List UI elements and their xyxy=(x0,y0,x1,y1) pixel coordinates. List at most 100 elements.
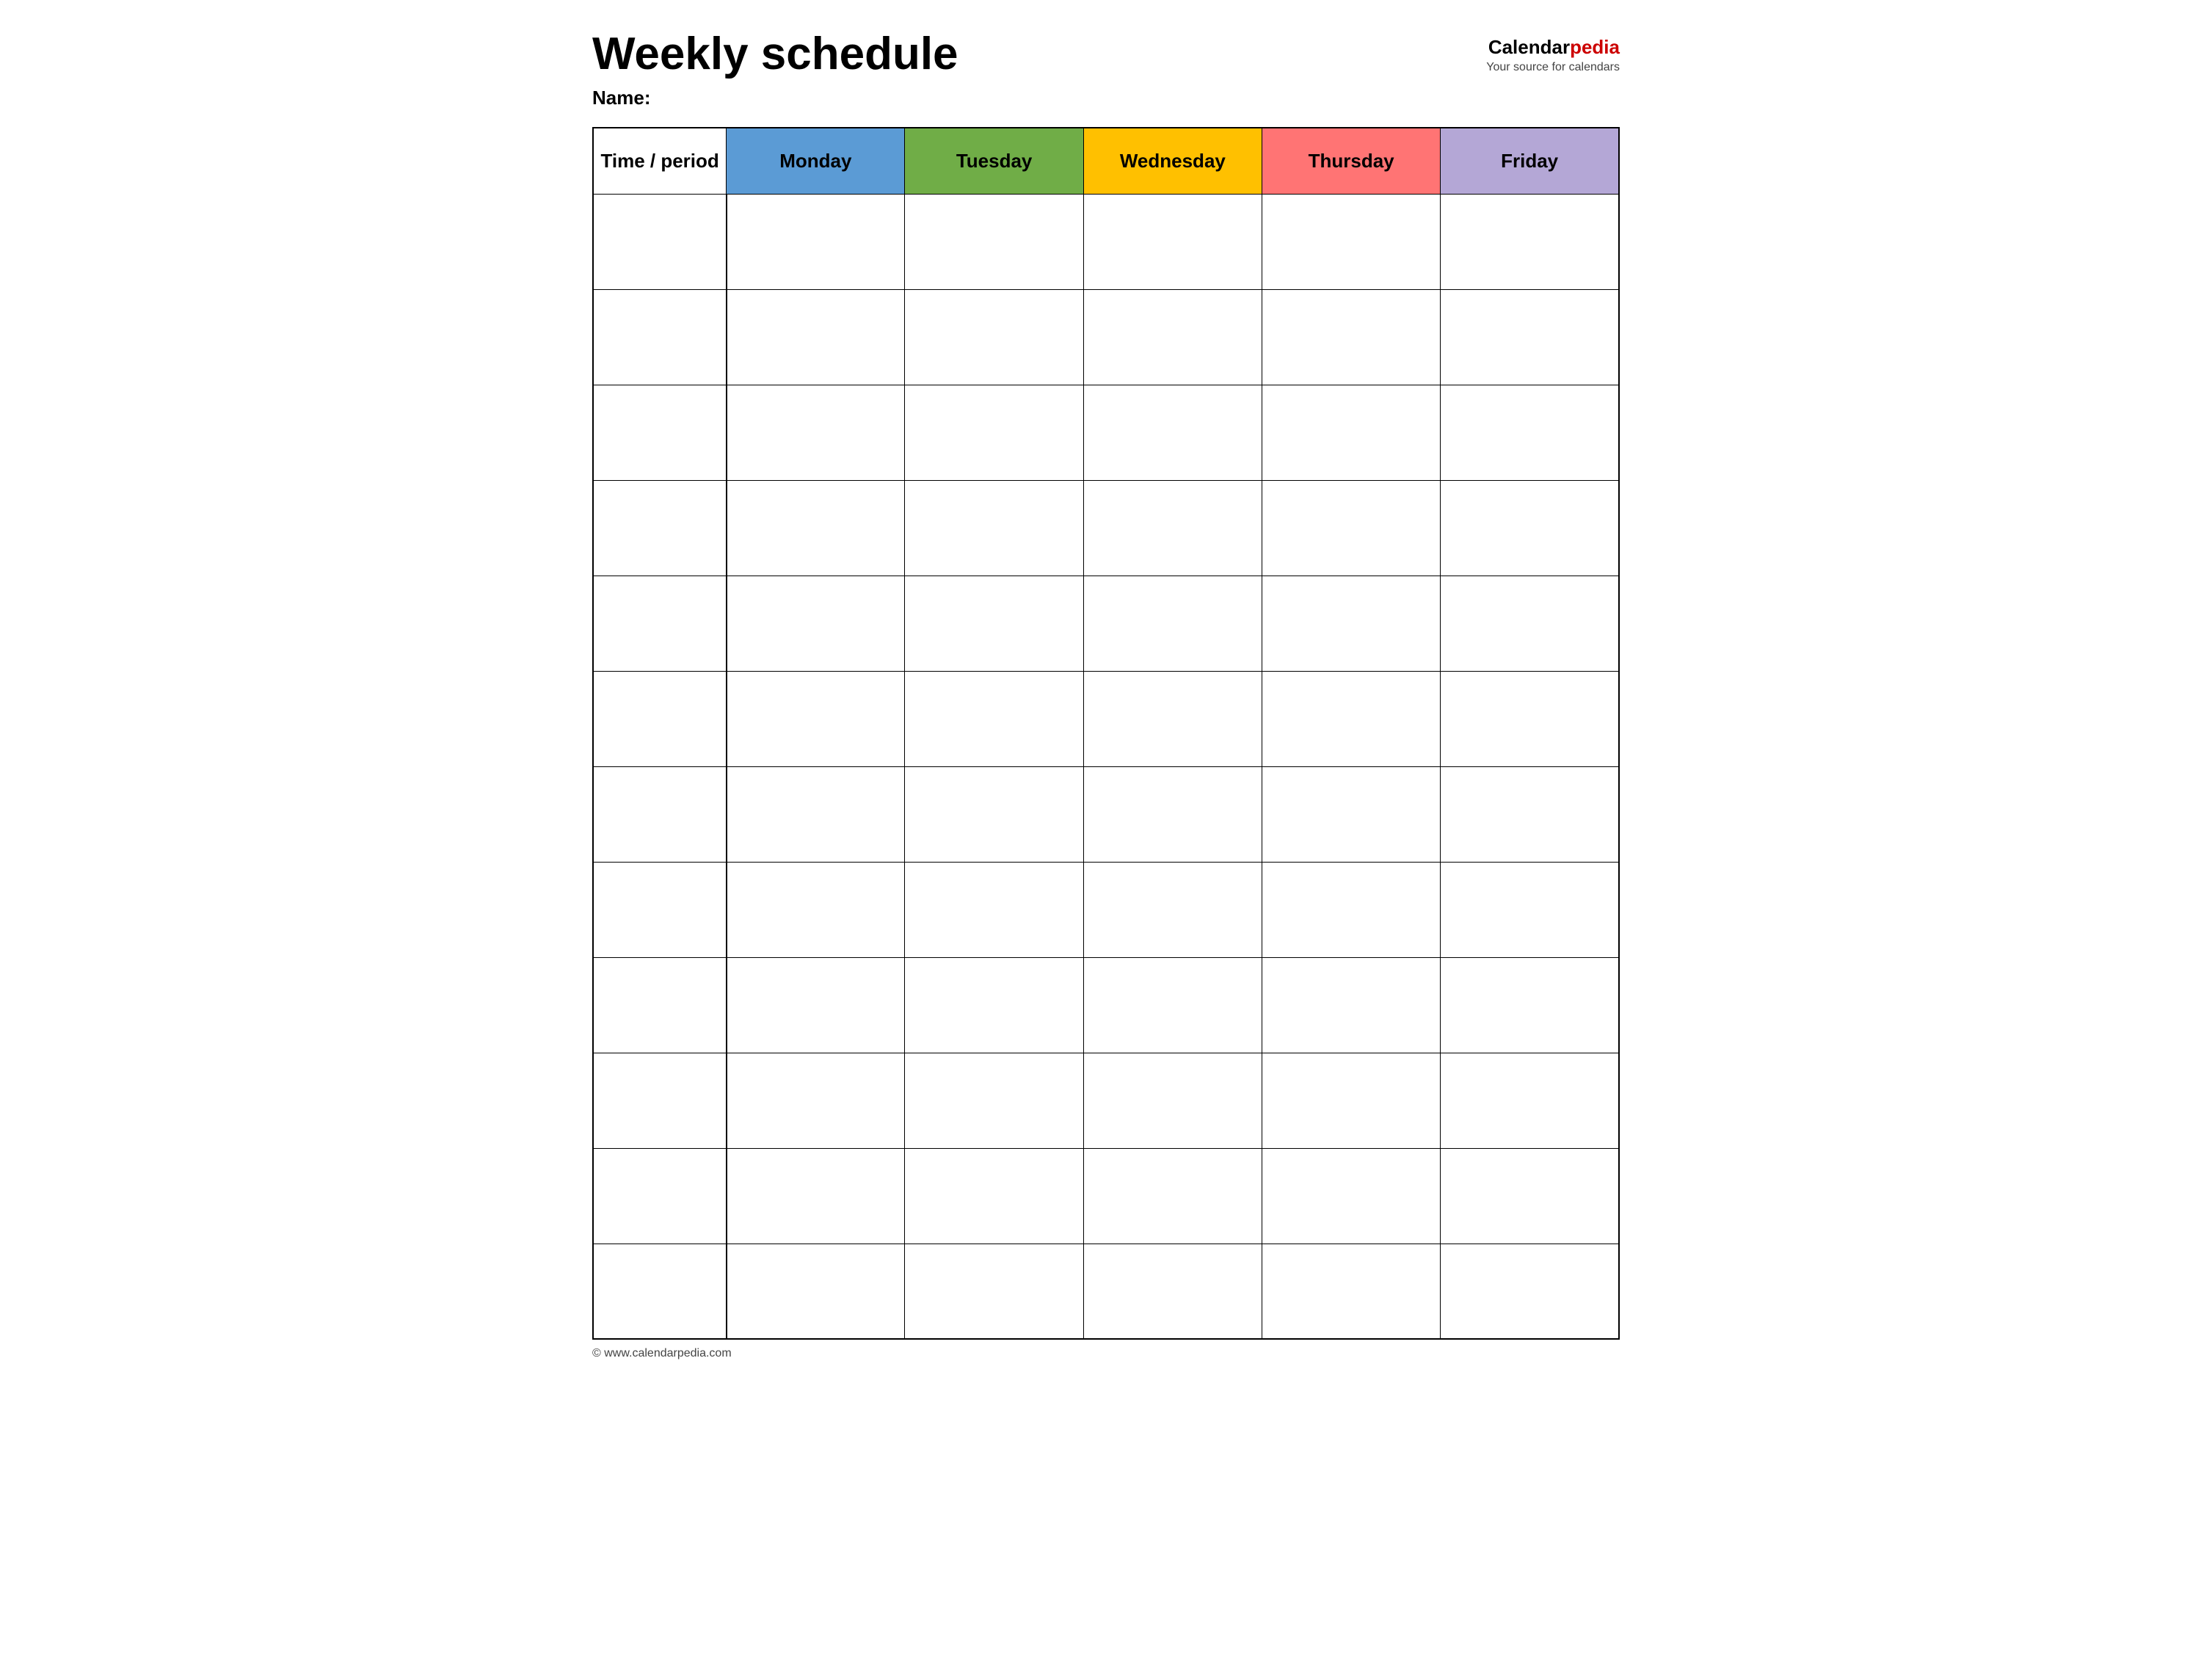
time-cell[interactable] xyxy=(593,289,727,385)
schedule-cell[interactable] xyxy=(1441,385,1619,480)
table-row xyxy=(593,1244,1619,1339)
time-cell[interactable] xyxy=(593,671,727,766)
header-friday: Friday xyxy=(1441,128,1619,194)
schedule-cell[interactable] xyxy=(1441,1053,1619,1148)
time-cell[interactable] xyxy=(593,1244,727,1339)
header-row: Weekly schedule Calendarpedia Your sourc… xyxy=(592,29,1620,79)
schedule-cell[interactable] xyxy=(727,1148,905,1244)
schedule-cell[interactable] xyxy=(727,862,905,957)
schedule-cell[interactable] xyxy=(727,194,905,289)
schedule-cell[interactable] xyxy=(1262,480,1440,576)
schedule-cell[interactable] xyxy=(1262,671,1440,766)
schedule-cell[interactable] xyxy=(905,576,1083,671)
time-cell[interactable] xyxy=(593,385,727,480)
schedule-cell[interactable] xyxy=(1083,480,1262,576)
time-cell[interactable] xyxy=(593,862,727,957)
schedule-cell[interactable] xyxy=(1262,766,1440,862)
schedule-cell[interactable] xyxy=(727,671,905,766)
schedule-cell[interactable] xyxy=(727,1053,905,1148)
logo-tagline: Your source for calendars xyxy=(1486,60,1620,76)
table-header-row: Time / period Monday Tuesday Wednesday T… xyxy=(593,128,1619,194)
table-row xyxy=(593,1053,1619,1148)
schedule-cell[interactable] xyxy=(727,766,905,862)
title-area: Weekly schedule xyxy=(592,29,958,79)
schedule-cell[interactable] xyxy=(1262,576,1440,671)
schedule-cell[interactable] xyxy=(1441,862,1619,957)
schedule-cell[interactable] xyxy=(905,1148,1083,1244)
table-row xyxy=(593,1148,1619,1244)
schedule-cell[interactable] xyxy=(727,480,905,576)
schedule-cell[interactable] xyxy=(1083,1148,1262,1244)
header-monday: Monday xyxy=(727,128,905,194)
header-tuesday: Tuesday xyxy=(905,128,1083,194)
schedule-cell[interactable] xyxy=(1262,194,1440,289)
schedule-cell[interactable] xyxy=(1083,385,1262,480)
table-row xyxy=(593,480,1619,576)
schedule-cell[interactable] xyxy=(1441,766,1619,862)
time-cell[interactable] xyxy=(593,576,727,671)
schedule-cell[interactable] xyxy=(1083,671,1262,766)
footer: © www.calendarpedia.com xyxy=(592,1347,1620,1360)
time-cell[interactable] xyxy=(593,1148,727,1244)
schedule-cell[interactable] xyxy=(1262,957,1440,1053)
time-cell[interactable] xyxy=(593,957,727,1053)
schedule-cell[interactable] xyxy=(905,480,1083,576)
header-time: Time / period xyxy=(593,128,727,194)
schedule-cell[interactable] xyxy=(905,957,1083,1053)
schedule-cell[interactable] xyxy=(1262,1244,1440,1339)
time-cell[interactable] xyxy=(593,194,727,289)
logo-pedia-text: pedia xyxy=(1570,36,1620,58)
schedule-cell[interactable] xyxy=(905,862,1083,957)
page-wrapper: Weekly schedule Calendarpedia Your sourc… xyxy=(592,29,1620,1360)
schedule-cell[interactable] xyxy=(1262,385,1440,480)
schedule-cell[interactable] xyxy=(1083,862,1262,957)
table-row xyxy=(593,671,1619,766)
time-cell[interactable] xyxy=(593,480,727,576)
schedule-cell[interactable] xyxy=(1083,1244,1262,1339)
time-cell[interactable] xyxy=(593,766,727,862)
time-cell[interactable] xyxy=(593,1053,727,1148)
schedule-cell[interactable] xyxy=(905,385,1083,480)
schedule-cell[interactable] xyxy=(905,289,1083,385)
schedule-cell[interactable] xyxy=(727,576,905,671)
logo-calendar-text: Calendar xyxy=(1488,36,1570,58)
schedule-cell[interactable] xyxy=(1083,1053,1262,1148)
table-row xyxy=(593,385,1619,480)
schedule-cell[interactable] xyxy=(1441,576,1619,671)
header-thursday: Thursday xyxy=(1262,128,1440,194)
table-row xyxy=(593,576,1619,671)
schedule-cell[interactable] xyxy=(727,1244,905,1339)
schedule-cell[interactable] xyxy=(1262,1148,1440,1244)
schedule-cell[interactable] xyxy=(1441,1148,1619,1244)
name-label: Name: xyxy=(592,87,1620,109)
schedule-cell[interactable] xyxy=(905,766,1083,862)
table-row xyxy=(593,194,1619,289)
schedule-cell[interactable] xyxy=(727,289,905,385)
schedule-cell[interactable] xyxy=(1083,766,1262,862)
schedule-cell[interactable] xyxy=(1083,289,1262,385)
schedule-cell[interactable] xyxy=(727,957,905,1053)
schedule-cell[interactable] xyxy=(727,385,905,480)
schedule-table: Time / period Monday Tuesday Wednesday T… xyxy=(592,127,1620,1340)
table-row xyxy=(593,289,1619,385)
table-row xyxy=(593,766,1619,862)
logo: Calendarpedia xyxy=(1486,35,1620,60)
schedule-cell[interactable] xyxy=(905,194,1083,289)
schedule-cell[interactable] xyxy=(1441,957,1619,1053)
schedule-cell[interactable] xyxy=(905,671,1083,766)
schedule-cell[interactable] xyxy=(1441,480,1619,576)
schedule-cell[interactable] xyxy=(1083,576,1262,671)
logo-area: Calendarpedia Your source for calendars xyxy=(1486,29,1620,76)
header-wednesday: Wednesday xyxy=(1083,128,1262,194)
schedule-cell[interactable] xyxy=(905,1244,1083,1339)
schedule-cell[interactable] xyxy=(1441,671,1619,766)
schedule-cell[interactable] xyxy=(1262,289,1440,385)
schedule-cell[interactable] xyxy=(1441,194,1619,289)
schedule-cell[interactable] xyxy=(1083,957,1262,1053)
schedule-cell[interactable] xyxy=(1441,289,1619,385)
schedule-cell[interactable] xyxy=(905,1053,1083,1148)
schedule-cell[interactable] xyxy=(1441,1244,1619,1339)
schedule-cell[interactable] xyxy=(1083,194,1262,289)
schedule-cell[interactable] xyxy=(1262,862,1440,957)
schedule-cell[interactable] xyxy=(1262,1053,1440,1148)
